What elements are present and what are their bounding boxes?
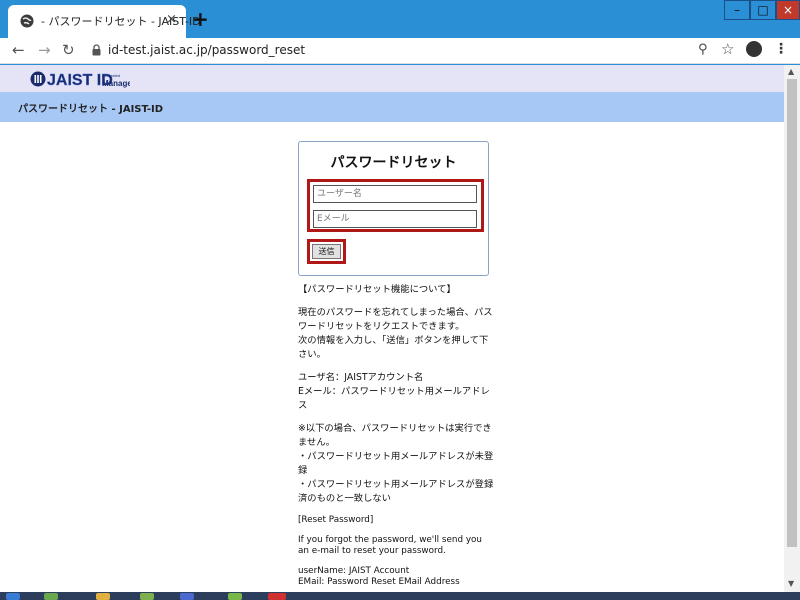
profile-icon[interactable] [746, 41, 762, 57]
forward-arrow-icon[interactable]: → [38, 41, 51, 59]
scroll-thumb[interactable] [787, 79, 797, 547]
scroll-up-arrow-icon[interactable]: ▲ [788, 67, 794, 76]
page-viewport: JAIST ID Integrated Manager パスワードリセット - … [0, 65, 784, 592]
form-title: パスワードリセット [330, 155, 457, 171]
browser-toolbar: ← → ↻ id-test.jaist.ac.jp/password_reset [0, 38, 800, 64]
submit-button[interactable]: 送信 [312, 244, 341, 259]
url-text[interactable]: id-test.jaist.ac.jp/password_reset [108, 43, 305, 57]
menu-icon[interactable]: ⋮ [774, 41, 788, 57]
taskbar [0, 592, 800, 600]
info-field-mail: Eメール：パスワードリセット用メールアドレス [298, 386, 490, 411]
svg-text:Manager: Manager [102, 79, 130, 88]
zoom-icon[interactable]: ⚲ [698, 42, 708, 57]
info-en-user: userName: JAIST Account [298, 566, 410, 576]
info-heading: 【パスワードリセット機能について】 [298, 284, 456, 295]
page-header: パスワードリセット - JAIST-ID [0, 92, 784, 122]
svg-text:Integrated: Integrated [102, 73, 120, 78]
info-en-mail: EMail: Password Reset EMail Address [298, 577, 460, 587]
back-arrow-icon[interactable]: ← [12, 41, 25, 59]
taskbar-app-icon[interactable] [44, 593, 58, 600]
logo-band: JAIST ID Integrated Manager [0, 65, 784, 92]
info-intro: 現在のパスワードを忘れてしまった場合、パスワードリセットをリクエストできます。 … [298, 306, 494, 362]
info-fields: ユーザ名：JAISTアカウント名 Eメール：パスワードリセット用メールアドレス [298, 371, 494, 413]
jaist-id-logo: JAIST ID Integrated Manager [30, 71, 130, 89]
info-intro-2: 次の情報を入力し、「送信」ボタンを押して下さい。 [298, 335, 489, 360]
submit-highlight-box: 送信 [307, 239, 346, 264]
info-note-1: ・パスワードリセット用メールアドレスが未登録 [298, 451, 494, 476]
info-en-intro: If you forgot the password, we'll send y… [298, 535, 483, 556]
taskbar-app-icon[interactable] [180, 593, 194, 600]
info-en-heading: [Reset Password] [298, 515, 374, 525]
taskbar-app-icon[interactable] [140, 593, 154, 600]
username-input[interactable] [313, 185, 477, 203]
globe-icon [20, 14, 34, 28]
page-title: パスワードリセット - JAIST-ID [18, 104, 164, 115]
minimize-button[interactable]: – [724, 0, 750, 20]
browser-title-bar: - パスワードリセット - JAIST-ID × + – □ × [0, 0, 800, 38]
info-section: 【パスワードリセット機能について】 現在のパスワードを忘れてしまった場合、パスワ… [298, 283, 494, 592]
info-field-user: ユーザ名：JAISTアカウント名 [298, 372, 424, 383]
taskbar-chrome-icon[interactable] [268, 593, 286, 600]
info-notes: ※以下の場合、パスワードリセットは実行できません。 ・パスワードリセット用メール… [298, 422, 494, 506]
info-en-fields: userName: JAIST Account EMail: Password … [298, 566, 494, 588]
info-note-2: ・パスワードリセット用メールアドレスが登録済のものと一致しない [298, 479, 494, 504]
taskbar-app-icon[interactable] [228, 593, 242, 600]
address-bar[interactable]: id-test.jaist.ac.jp/password_reset [84, 40, 744, 62]
close-window-button[interactable]: × [776, 0, 800, 20]
star-icon[interactable]: ☆ [721, 40, 734, 58]
input-highlight-box [307, 179, 484, 232]
tab-close-icon[interactable]: × [166, 13, 177, 27]
password-reset-form: パスワードリセット 送信 [298, 141, 489, 276]
info-intro-1: 現在のパスワードを忘れてしまった場合、パスワードリセットをリクエストできます。 [298, 307, 493, 332]
maximize-button[interactable]: □ [750, 0, 776, 20]
email-input[interactable] [313, 210, 477, 228]
reload-icon[interactable]: ↻ [62, 41, 75, 59]
page-scrollbar[interactable]: ▲ ▼ [784, 65, 800, 592]
taskbar-start-icon[interactable] [6, 593, 20, 600]
info-note-title: ※以下の場合、パスワードリセットは実行できません。 [298, 423, 492, 448]
lock-icon [92, 44, 101, 56]
taskbar-app-icon[interactable] [96, 593, 110, 600]
scroll-down-arrow-icon[interactable]: ▼ [788, 579, 794, 588]
browser-tab[interactable]: - パスワードリセット - JAIST-ID × [8, 5, 201, 38]
new-tab-button[interactable]: + [192, 9, 209, 29]
